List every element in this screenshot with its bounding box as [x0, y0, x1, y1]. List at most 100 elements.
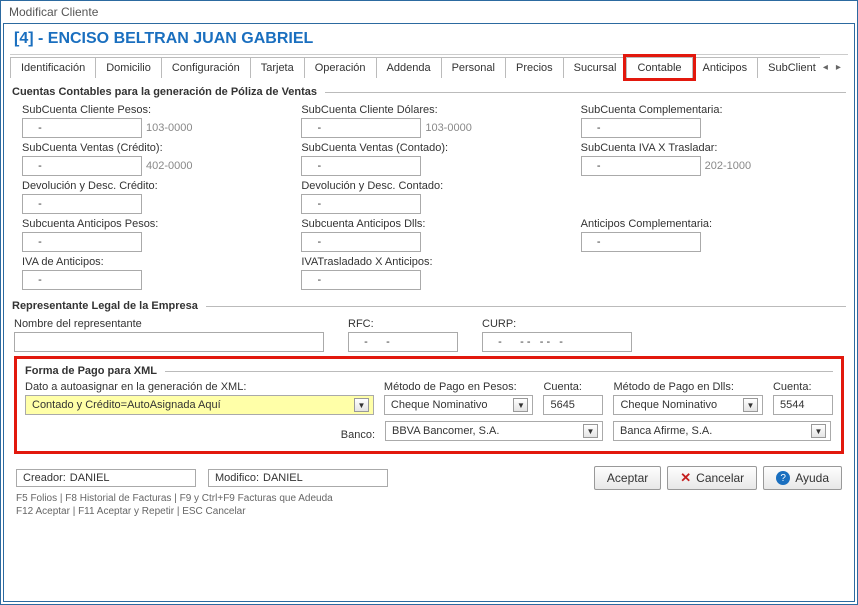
combo-metodo-dlls[interactable]: Cheque Nominativo ▼	[613, 395, 763, 415]
combo-metodo-pesos[interactable]: Cheque Nominativo ▼	[384, 395, 534, 415]
label-curp: CURP:	[482, 318, 632, 330]
combo-banco-dlls-value: Banca Afirme, S.A.	[620, 425, 712, 437]
divider	[165, 371, 833, 372]
shortcut-line-1: F5 Folios | F8 Historial de Facturas | F…	[16, 492, 842, 505]
help-label: Ayuda	[795, 471, 829, 485]
input-sub-complement[interactable]	[581, 118, 701, 138]
tab-addenda[interactable]: Addenda	[376, 57, 442, 78]
tab-sucursal[interactable]: Sucursal	[563, 57, 628, 78]
input-curp[interactable]	[482, 332, 632, 352]
input-dev-cred[interactable]	[22, 194, 142, 214]
input-anticipos-dlls[interactable]	[301, 232, 421, 252]
label-sub-ventas-cred: SubCuenta Ventas (Crédito):	[22, 142, 277, 154]
label-iva-anticipos: IVA de Anticipos:	[22, 256, 277, 268]
window: Modificar Cliente [4] - ENCISO BELTRAN J…	[0, 0, 858, 605]
page-title: [4] - ENCISO BELTRAN JUAN GABRIEL	[10, 28, 848, 55]
close-icon: ✕	[680, 470, 691, 486]
tab-tarjeta[interactable]: Tarjeta	[250, 57, 305, 78]
tab-content: Cuentas Contables para la generación de …	[10, 78, 848, 597]
input-sub-cli-pesos[interactable]	[22, 118, 142, 138]
input-cuenta-pesos[interactable]	[543, 395, 603, 415]
help-button[interactable]: ? Ayuda	[763, 466, 842, 490]
label-sub-complement: SubCuenta Complementaria:	[581, 104, 836, 116]
input-sub-cli-dolares[interactable]	[301, 118, 421, 138]
divider	[325, 92, 846, 93]
group-representante-legend: Representante Legal de la Empresa	[12, 300, 846, 312]
input-iva-trasl-antic[interactable]	[301, 270, 421, 290]
label-sub-cli-pesos: SubCuenta Cliente Pesos:	[22, 104, 277, 116]
shortcut-hints: F5 Folios | F8 Historial de Facturas | F…	[12, 490, 846, 518]
input-dev-cont[interactable]	[301, 194, 421, 214]
chevron-down-icon: ▼	[583, 424, 598, 438]
label-anticipos-pesos: Subcuenta Anticipos Pesos:	[22, 218, 277, 230]
label-dev-cred: Devolución y Desc. Crédito:	[22, 180, 277, 192]
creator-row: Creador: DANIEL Modifico: DANIEL	[16, 469, 388, 487]
tab-bar: Identificación Domicilio Configuración T…	[10, 57, 848, 78]
input-rfc[interactable]	[348, 332, 458, 352]
hint-sub-iva-trasl: 202-1000	[705, 160, 752, 172]
input-sub-ventas-cont[interactable]	[301, 156, 421, 176]
chevron-down-icon: ▼	[811, 424, 826, 438]
group-xml-title: Forma de Pago para XML	[25, 365, 161, 377]
group-representante-title: Representante Legal de la Empresa	[12, 300, 202, 312]
tab-anticipos[interactable]: Anticipos	[692, 57, 759, 78]
label-rfc: RFC:	[348, 318, 458, 330]
tab-personal[interactable]: Personal	[441, 57, 506, 78]
combo-banco-dlls[interactable]: Banca Afirme, S.A. ▼	[613, 421, 831, 441]
group-forma-pago-xml: Forma de Pago para XML Dato a autoasigna…	[14, 356, 844, 454]
creator-box: Creador: DANIEL	[16, 469, 196, 487]
hint-sub-cli-pesos: 103-0000	[146, 122, 193, 134]
label-cuenta-pesos: Cuenta:	[543, 381, 603, 393]
tab-domicilio[interactable]: Domicilio	[95, 57, 162, 78]
input-cuenta-dlls[interactable]	[773, 395, 833, 415]
group-cuentas-title: Cuentas Contables para la generación de …	[12, 86, 321, 98]
button-row: Aceptar ✕ Cancelar ? Ayuda	[594, 466, 842, 490]
input-anticipos-pesos[interactable]	[22, 232, 142, 252]
input-iva-anticipos[interactable]	[22, 270, 142, 290]
tab-precios[interactable]: Precios	[505, 57, 564, 78]
hint-sub-ventas-cred: 402-0000	[146, 160, 193, 172]
tab-operacion[interactable]: Operación	[304, 57, 377, 78]
combo-metodo-pesos-value: Cheque Nominativo	[391, 399, 488, 411]
label-sub-cli-dolares: SubCuenta Cliente Dólares:	[301, 104, 556, 116]
tab-configuracion[interactable]: Configuración	[161, 57, 251, 78]
tab-identificacion[interactable]: Identificación	[10, 57, 96, 78]
label-iva-trasl-antic: IVATrasladado X Anticipos:	[301, 256, 556, 268]
content-frame: [4] - ENCISO BELTRAN JUAN GABRIEL Identi…	[3, 23, 855, 602]
label-anticipos-comp: Anticipos Complementaria:	[581, 218, 836, 230]
combo-dato-value: Contado y Crédito=AutoAsignada Aquí	[32, 399, 221, 411]
xml-row-1: Dato a autoasignar en la generación de X…	[25, 381, 833, 415]
label-metodo-dlls: Método de Pago en Dlls:	[613, 381, 763, 393]
accounting-grid: SubCuenta Cliente Pesos: 103-0000 SubCue…	[12, 104, 846, 290]
combo-banco-pesos[interactable]: BBVA Bancomer, S.A. ▼	[385, 421, 603, 441]
divider	[206, 306, 846, 307]
hint-sub-cli-dolares: 103-0000	[425, 122, 472, 134]
accept-button[interactable]: Aceptar	[594, 466, 661, 490]
combo-banco-pesos-value: BBVA Bancomer, S.A.	[392, 425, 499, 437]
combo-dato-autoasignar[interactable]: Contado y Crédito=AutoAsignada Aquí ▼	[25, 395, 374, 415]
xml-row-2: Banco: BBVA Bancomer, S.A. ▼ Banca Afirm…	[25, 421, 833, 441]
accept-label: Aceptar	[607, 471, 648, 485]
chevron-down-icon: ▼	[743, 398, 758, 412]
input-sub-iva-trasl[interactable]	[581, 156, 701, 176]
tab-contable[interactable]: Contable	[626, 57, 692, 78]
tab-subclientes[interactable]: SubClient	[757, 57, 820, 78]
label-metodo-pesos: Método de Pago en Pesos:	[384, 381, 534, 393]
input-anticipos-comp[interactable]	[581, 232, 701, 252]
input-rep-name[interactable]	[14, 332, 324, 352]
label-rep-name: Nombre del representante	[14, 318, 324, 330]
group-cuentas-legend: Cuentas Contables para la generación de …	[12, 86, 846, 98]
label-banco: Banco:	[25, 427, 375, 441]
tab-scroll-right-icon[interactable]: ▸	[832, 62, 845, 73]
input-sub-ventas-cred[interactable]	[22, 156, 142, 176]
label-dev-cont: Devolución y Desc. Contado:	[301, 180, 556, 192]
cancel-label: Cancelar	[696, 471, 744, 485]
label-modifier: Modifico:	[215, 472, 259, 484]
tab-scroll-left-icon[interactable]: ◂	[819, 62, 832, 73]
footer-row: Creador: DANIEL Modifico: DANIEL Aceptar…	[12, 462, 846, 490]
representative-row: Nombre del representante RFC: CURP:	[12, 318, 846, 352]
chevron-down-icon: ▼	[513, 398, 528, 412]
cancel-button[interactable]: ✕ Cancelar	[667, 466, 757, 490]
label-anticipos-dlls: Subcuenta Anticipos Dlls:	[301, 218, 556, 230]
label-creator: Creador:	[23, 472, 66, 484]
